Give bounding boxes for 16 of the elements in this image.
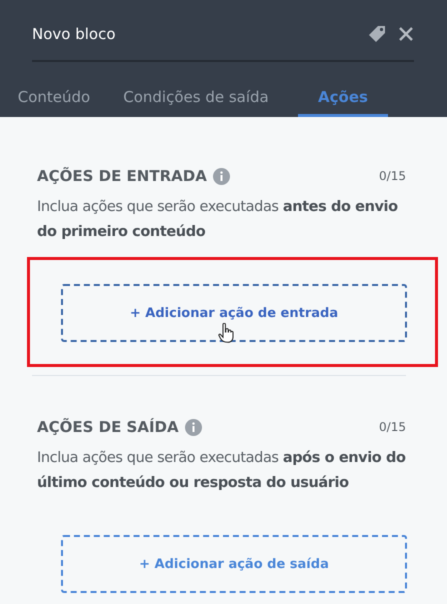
hand-cursor-icon [218, 323, 234, 343]
action-count: 0/15 [379, 169, 406, 183]
tab[interactable]: Condições de saída [102, 79, 290, 117]
section-description: Inclua ações que serão executadas após o envio do último conteúdo ou resposta do usuário [37, 449, 406, 493]
block-title[interactable]: Novo bloco [32, 24, 368, 42]
section-description: Inclua ações que serão executadas antes do envio do primeiro conteúdo [37, 198, 399, 242]
action-count: 0/15 [379, 420, 406, 434]
section-heading: AÇÕES DE ENTRADA [37, 167, 207, 185]
info-icon[interactable] [212, 168, 230, 184]
tab[interactable]: Conteúdo [6, 79, 102, 117]
tag-icon[interactable] [368, 24, 386, 42]
close-icon[interactable] [398, 26, 414, 42]
tab[interactable]: Ações [298, 79, 388, 117]
info-icon[interactable] [184, 418, 202, 436]
section-heading: AÇÕES DE SAÍDA [37, 418, 179, 436]
add-action-button[interactable]: + Adicionar ação de saída [61, 535, 407, 593]
